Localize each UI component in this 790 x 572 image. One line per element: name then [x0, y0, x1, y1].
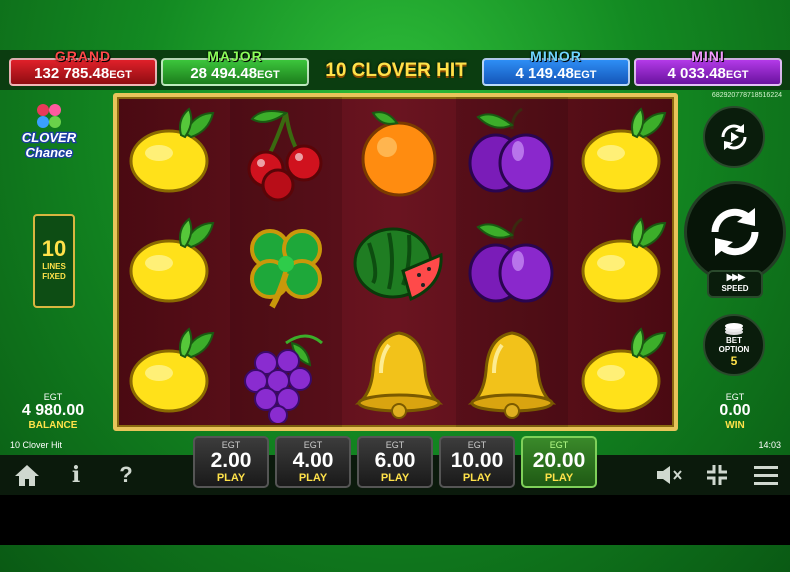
symbol-lemon-icon — [575, 213, 675, 313]
jackpot-grand: GRAND 132 785.48EGT — [9, 48, 157, 86]
game-name: 10 Clover Hit — [10, 440, 63, 450]
lines-indicator: 10 LINES FIXED — [33, 214, 75, 308]
lines-label: LINES — [42, 262, 66, 271]
jackpot-major: MAJOR 28 494.48EGT — [161, 48, 309, 86]
symbol-orange-icon — [349, 103, 449, 203]
logo-line2: Chance — [26, 145, 73, 160]
bet-button-1[interactable]: EGT 2.00 PLAY — [193, 436, 269, 488]
bet-amount: 2.00 — [210, 449, 252, 472]
jackpot-major-value: 28 494.48EGT — [190, 65, 280, 82]
speed-label: SPEED — [721, 284, 749, 293]
symbol-lemon-icon — [575, 323, 675, 423]
symbol-plum-icon — [462, 213, 562, 313]
symbol-clover-icon — [236, 213, 336, 313]
bet-option-label2: OPTION — [718, 345, 750, 354]
symbol-bell-icon — [462, 323, 562, 423]
symbol-bell-icon — [349, 323, 449, 423]
clock: 14:03 — [758, 440, 781, 450]
reel-area — [113, 93, 678, 431]
balance-amount: 4 980.00 — [21, 402, 85, 419]
help-icon[interactable]: ? — [112, 462, 140, 488]
balance-display: EGT 4 980.00 BALANCE — [10, 392, 96, 431]
lines-count: 10 — [41, 236, 67, 261]
bet-button-2[interactable]: EGT 4.00 PLAY — [275, 436, 351, 488]
jackpot-minor-value: 4 149.48EGT — [515, 65, 597, 82]
mute-icon[interactable] — [655, 462, 683, 488]
home-icon[interactable] — [13, 462, 41, 488]
info-icon[interactable]: i — [62, 462, 90, 488]
win-label: WIN — [725, 420, 745, 431]
symbol-plum-icon — [462, 103, 562, 203]
win-currency: EGT — [725, 392, 745, 402]
win-amount: 0.00 — [719, 402, 751, 419]
bet-play-label: PLAY — [216, 472, 246, 484]
autoplay-icon — [721, 124, 747, 150]
symbol-lemon-icon — [575, 103, 675, 203]
symbol-cherry-icon — [236, 103, 336, 203]
spin-icon — [711, 208, 759, 256]
lines-fixed-label: FIXED — [42, 272, 66, 281]
bet-button-5[interactable]: EGT 20.00 PLAY — [521, 436, 597, 488]
bet-play-label: PLAY — [298, 472, 328, 484]
balance-label: BALANCE — [28, 420, 78, 431]
bet-amount: 4.00 — [292, 449, 334, 472]
bet-option-button[interactable]: BET OPTION 5 — [703, 314, 765, 376]
jackpot-major-title: MAJOR — [207, 48, 263, 64]
symbol-grapes-icon — [236, 323, 336, 425]
win-display: EGT 0.00 WIN — [700, 392, 770, 431]
symbol-lemon-icon — [123, 213, 223, 313]
bet-amount: 6.00 — [374, 449, 416, 472]
bet-button-4[interactable]: EGT 10.00 PLAY — [439, 436, 515, 488]
bet-option-label: BET — [726, 336, 742, 345]
bet-play-label: PLAY — [380, 472, 410, 484]
autoplay-button[interactable] — [703, 106, 765, 168]
bet-amount: 20.00 — [532, 449, 586, 472]
bet-amount: 10.00 — [450, 449, 504, 472]
symbol-lemon-icon — [123, 103, 223, 203]
spin-button[interactable] — [684, 181, 786, 283]
bet-option-value: 5 — [730, 354, 738, 368]
bet-button-3[interactable]: EGT 6.00 PLAY — [357, 436, 433, 488]
game-id: 682920778718516224 — [711, 92, 782, 99]
jackpot-mini-title: MINI — [691, 48, 725, 64]
jackpot-minor-title: MINOR — [530, 48, 582, 64]
balance-currency: EGT — [43, 392, 63, 402]
bet-play-label: PLAY — [462, 472, 492, 484]
jackpot-grand-title: GRAND — [54, 48, 112, 64]
menu-icon[interactable] — [752, 462, 780, 488]
clover-chance-logo: CLOVER Chance — [21, 104, 78, 161]
bet-play-label: PLAY — [544, 472, 574, 484]
jackpot-mini-value: 4 033.48EGT — [667, 65, 749, 82]
jackpot-grand-value: 132 785.48EGT — [34, 65, 132, 82]
speed-button[interactable]: ▶▶▶ SPEED — [707, 270, 763, 298]
coins-icon — [725, 323, 743, 335]
jackpot-mini: MINI 4 033.48EGT — [634, 48, 782, 86]
jackpot-minor: MINOR 4 149.48EGT — [482, 48, 630, 86]
fullscreen-icon[interactable] — [703, 462, 731, 488]
symbol-watermelon-icon — [349, 213, 449, 313]
logo-line1: CLOVER — [22, 130, 77, 145]
fast-forward-icon: ▶▶▶ — [726, 272, 745, 283]
symbol-lemon-icon — [123, 323, 223, 423]
game-title: 10 CLOVER HIT — [325, 60, 467, 81]
bottom-strip — [0, 495, 790, 545]
